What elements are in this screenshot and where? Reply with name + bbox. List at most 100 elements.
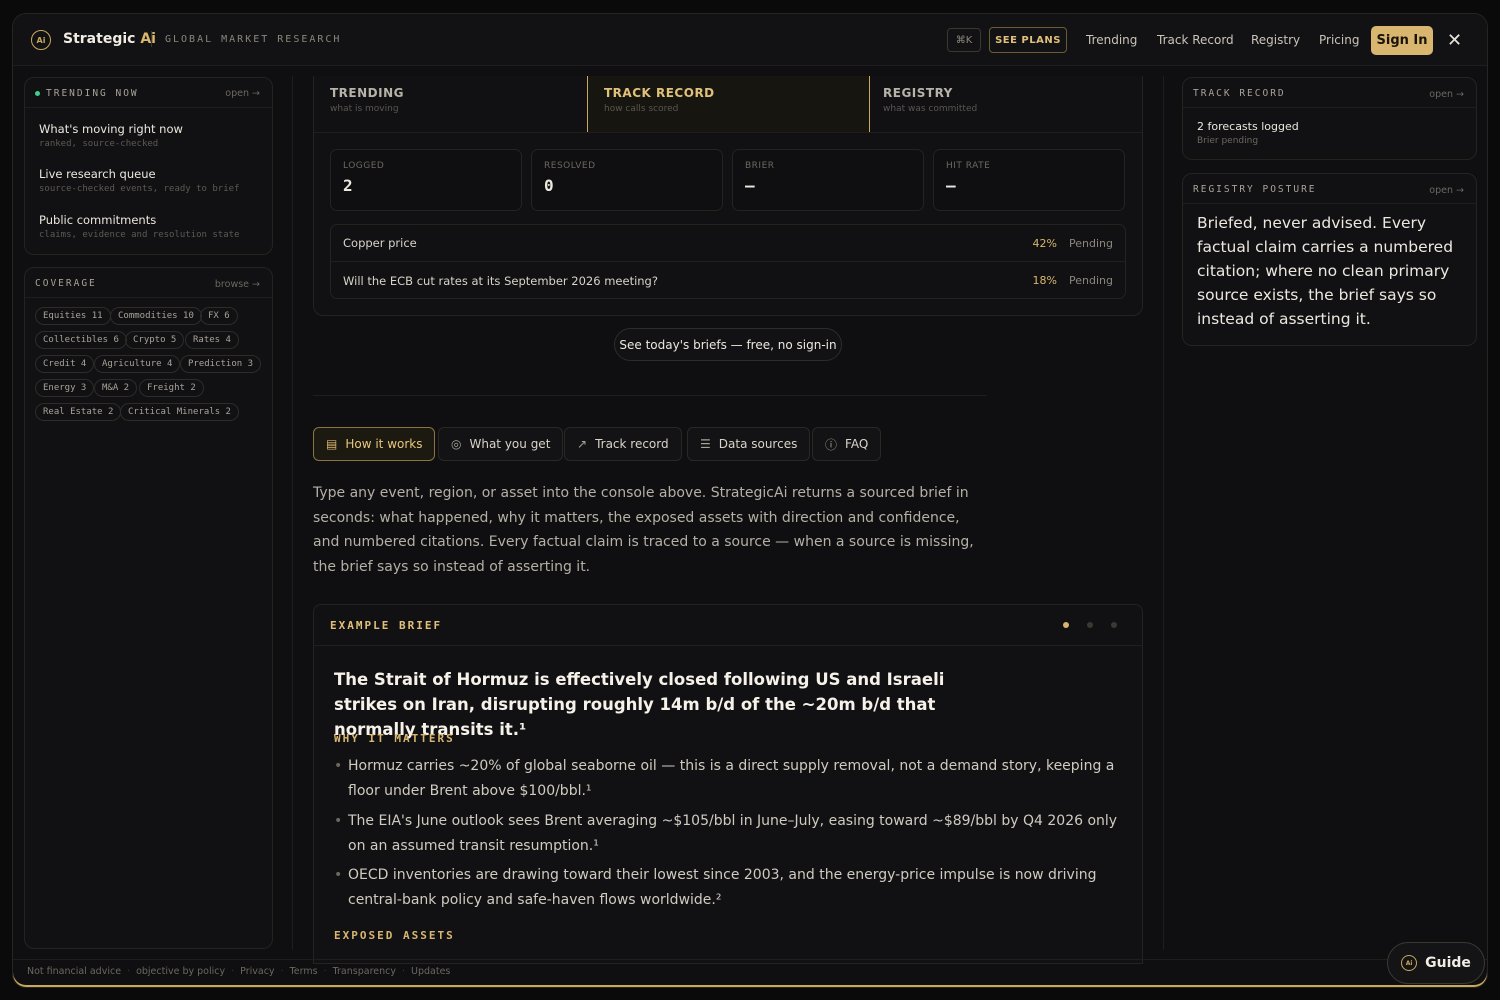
pill-track-record[interactable]: ↗ Track record: [564, 427, 682, 461]
panel-divider: [25, 107, 272, 108]
footer-transparency[interactable]: Transparency: [333, 966, 396, 977]
nav-trending[interactable]: Trending: [1086, 33, 1137, 47]
forecast-status: Pending: [1069, 274, 1113, 287]
forecasts-logged: 2 forecasts logged: [1197, 120, 1299, 133]
see-todays-briefs-button[interactable]: See today's briefs — free, no sign-in: [614, 328, 842, 361]
forecast-row[interactable]: Copper price 42% Pending: [331, 225, 1125, 262]
pill-faq[interactable]: ⓘ FAQ: [812, 427, 882, 461]
info-icon: ⓘ: [825, 437, 838, 452]
pill-how-it-works[interactable]: ▤ How it works: [313, 427, 436, 461]
example-brief-card: EXAMPLE BRIEF The Strait of Hormuz is ef…: [313, 604, 1143, 964]
trending-item[interactable]: Public commitments claims, evidence and …: [39, 213, 239, 240]
pill-data-sources[interactable]: ☰ Data sources: [687, 427, 811, 461]
trending-item-title: Public commitments: [39, 213, 157, 227]
brief-bullet: The EIA's June outlook sees Brent averag…: [334, 809, 1124, 858]
tab-sub: what is moving: [330, 104, 399, 114]
sign-in-button[interactable]: Sign In: [1371, 26, 1433, 55]
x-social-icon[interactable]: ✕: [1447, 30, 1462, 51]
forecast-row[interactable]: Will the ECB cut rates at its September …: [331, 262, 1125, 299]
tab-trending[interactable]: TRENDING what is moving: [314, 76, 587, 133]
forecast-probability: 18%: [1032, 274, 1057, 287]
footer-divider: [13, 959, 1487, 960]
coverage-chip[interactable]: Equities 11: [35, 307, 111, 325]
pill-label: What you get: [469, 437, 551, 451]
pill-label: Track record: [595, 437, 669, 451]
coverage-chip[interactable]: Agriculture 4: [94, 355, 181, 373]
coverage-chip[interactable]: Real Estate 2: [35, 403, 122, 421]
coverage-chip[interactable]: FX 6: [200, 307, 238, 325]
guide-label: Guide: [1425, 955, 1471, 971]
tab-label: TRACK RECORD: [604, 86, 715, 100]
coverage-browse-link[interactable]: browse →: [215, 279, 260, 290]
brand-divider: [151, 31, 152, 47]
footer-sep: ·: [231, 966, 235, 977]
insights-tabs-card: TRENDING what is moving TRACK RECORD how…: [313, 76, 1143, 316]
coverage-chip[interactable]: Prediction 3: [180, 355, 262, 373]
carousel-dot[interactable]: [1087, 622, 1093, 628]
footer-terms[interactable]: Terms: [290, 966, 318, 977]
forecast-probability: 42%: [1032, 236, 1057, 250]
footer-sep: ·: [127, 966, 131, 977]
brier-status: Brier pending: [1197, 136, 1259, 146]
nav-pricing[interactable]: Pricing: [1319, 33, 1359, 47]
brand-name-main: Strategic: [63, 31, 136, 47]
stat-value: 0: [544, 176, 554, 195]
document-icon: ▤: [326, 437, 338, 451]
stat-resolved: RESOLVED 0: [531, 149, 723, 211]
tab-track-record[interactable]: TRACK RECORD how calls scored: [587, 76, 870, 133]
panel-divider: [25, 297, 272, 298]
registry-posture-text: Briefed, never advised. Every factual cl…: [1197, 214, 1454, 328]
brand-name-accent: Ai: [140, 31, 156, 47]
command-palette-button[interactable]: ⌘K: [947, 28, 981, 52]
footer-links: Not financial advice · objective by polic…: [27, 966, 450, 977]
coverage-chip[interactable]: Freight 2: [139, 379, 204, 397]
coverage-chip[interactable]: Collectibles 6: [35, 331, 127, 349]
coverage-chip[interactable]: Rates 4: [185, 331, 239, 349]
target-icon: ◎: [451, 437, 462, 451]
trending-item[interactable]: Live research queue source-checked event…: [39, 167, 239, 194]
coverage-chip[interactable]: Commodities 10: [110, 307, 202, 325]
brief-headline: The Strait of Hormuz is effectively clos…: [334, 670, 945, 739]
forecast-status: Pending: [1069, 236, 1113, 250]
brand-name[interactable]: Strategic Ai: [63, 31, 156, 47]
stat-label: HIT RATE: [946, 161, 991, 171]
panel-divider: [1183, 203, 1476, 204]
footer-sep: ·: [280, 966, 284, 977]
brand-logo-icon[interactable]: Ai: [31, 30, 51, 50]
brief-bullet: Hormuz carries ~20% of global seaborne o…: [334, 754, 1124, 803]
registry-posture-title: REGISTRY POSTURE: [1193, 184, 1317, 195]
nav-registry[interactable]: Registry: [1251, 33, 1300, 47]
guide-button[interactable]: Ai Guide: [1387, 942, 1485, 984]
stat-hit-rate: HIT RATE —: [933, 149, 1125, 211]
track-record-open-link[interactable]: open →: [1429, 89, 1464, 100]
forecast-name: Will the ECB cut rates at its September …: [343, 273, 658, 288]
stat-value: —: [745, 176, 755, 195]
footer-privacy[interactable]: Privacy: [240, 966, 274, 977]
pill-label: Data sources: [718, 437, 798, 451]
nav-track-record[interactable]: Track Record: [1157, 33, 1234, 47]
trending-open-link[interactable]: open →: [225, 88, 260, 99]
forecast-name: Copper price: [343, 236, 417, 250]
tab-registry[interactable]: REGISTRY what was committed: [867, 76, 1144, 133]
tab-label: TRENDING: [330, 86, 404, 100]
coverage-panel: COVERAGE browse → Equities 11 Commoditie…: [24, 267, 273, 949]
see-plans-button[interactable]: SEE PLANS: [989, 27, 1067, 53]
coverage-chip[interactable]: M&A 2: [94, 379, 138, 397]
coverage-chip[interactable]: Crypto 5: [125, 331, 185, 349]
trending-item-sub: source-checked events, ready to brief: [39, 184, 240, 194]
coverage-chip[interactable]: Critical Minerals 2: [120, 403, 239, 421]
stat-label: LOGGED: [343, 161, 385, 171]
footer-updates[interactable]: Updates: [411, 966, 450, 977]
carousel-dot[interactable]: [1111, 622, 1117, 628]
stat-brier: BRIER —: [732, 149, 924, 211]
trending-item-title: What's moving right now: [39, 122, 183, 136]
coverage-chip[interactable]: Credit 4: [35, 355, 95, 373]
trending-item[interactable]: What's moving right now ranked, source-c…: [39, 122, 183, 149]
coverage-chip[interactable]: Energy 3: [35, 379, 95, 397]
coverage-title: COVERAGE: [35, 278, 97, 289]
registry-open-link[interactable]: open →: [1429, 185, 1464, 196]
pill-what-you-get[interactable]: ◎ What you get: [438, 427, 564, 461]
footer-policy[interactable]: objective by policy: [136, 966, 225, 977]
pill-label: How it works: [345, 437, 423, 451]
carousel-dot-active[interactable]: [1063, 622, 1069, 628]
